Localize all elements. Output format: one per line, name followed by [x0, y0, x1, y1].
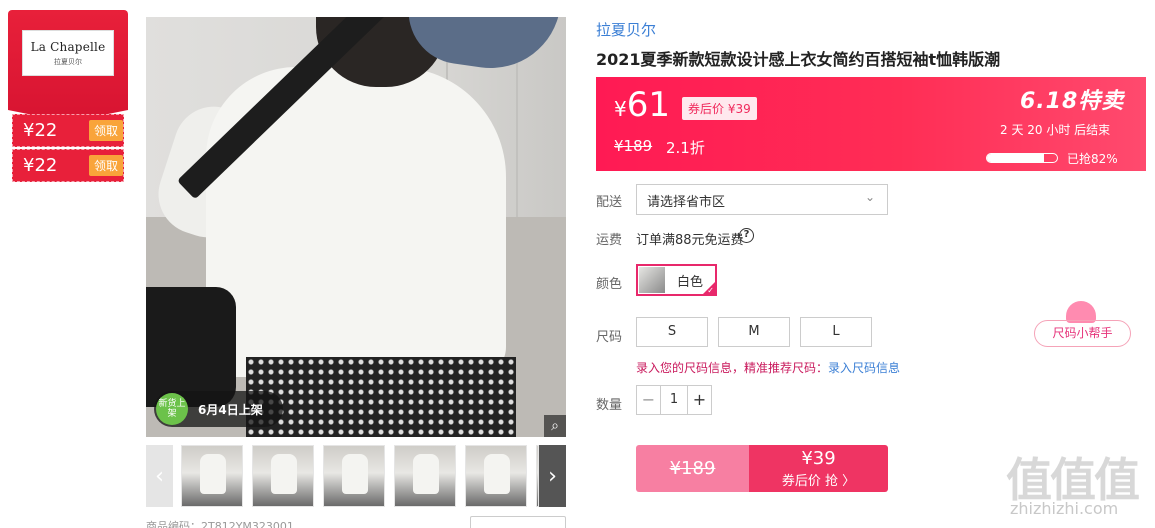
quantity-plus-button[interactable]: + [687, 386, 711, 414]
size-input-link[interactable]: 录入尺码信息 [828, 361, 900, 375]
skirt [246, 357, 516, 437]
shop-coupon[interactable]: ¥22 领取 [12, 114, 124, 147]
original-price: ¥189 [614, 137, 653, 155]
brand-link[interactable]: 拉夏贝尔 [596, 19, 656, 40]
check-icon: ✓ [707, 286, 714, 295]
color-label: 颜色 [596, 277, 623, 292]
current-price-value: 61 [626, 85, 670, 125]
thumbnail-figure [342, 454, 368, 494]
size-option-m[interactable]: M [718, 317, 790, 347]
quantity-stepper: − 1 + [636, 385, 712, 415]
region-label: 配送 [596, 195, 623, 210]
buy-coupon-price: ¥39 [801, 448, 836, 469]
new-arrival-tag: 新货上架 6月4日上架 [154, 391, 283, 427]
thumbnail[interactable] [181, 445, 243, 507]
buy-coupon-action: 券后价 抢 〉 [781, 474, 856, 489]
price-panel: ¥61 券后价 ¥39 ¥189 2.1折 6.18特卖 2 天 20 小时 后… [596, 77, 1146, 171]
size-option-s[interactable]: S [636, 317, 708, 347]
shop-coupon[interactable]: ¥22 领取 [12, 149, 124, 182]
color-option-white[interactable]: 白色 ✓ [636, 264, 717, 296]
discount-rate: 2.1折 [666, 139, 705, 157]
thumbnail-figure [413, 454, 439, 494]
shop-header: La Chapelle 拉夏贝尔 [8, 10, 128, 122]
coupon-get-button[interactable]: 领取 [88, 155, 123, 176]
region-value: 请选择省市区 [647, 195, 726, 210]
shop-badge: La Chapelle 拉夏贝尔 ¥22 领取 ¥22 领取 [8, 10, 128, 184]
shipping-text: 订单满88元免运费 [636, 233, 744, 248]
currency-symbol: ¥ [614, 97, 627, 121]
sold-progress-fill [987, 154, 1045, 162]
watermark-sub: zhizhizhi.com [1010, 499, 1119, 518]
shop-logo-sub: 拉夏贝尔 [54, 58, 82, 66]
buy-original-price[interactable]: ¥189 [636, 445, 749, 492]
thumbnail[interactable] [465, 445, 527, 507]
thumbnail[interactable] [394, 445, 456, 507]
quantity-input[interactable]: 1 [661, 386, 687, 414]
bag [146, 287, 236, 407]
color-name: 白色 [677, 274, 704, 290]
color-thumbnail [639, 267, 665, 293]
sold-progress-text: 已抢82% [1067, 152, 1118, 166]
chevron-down-icon: ⌄ [864, 190, 875, 204]
quantity-minus-button[interactable]: − [637, 386, 661, 414]
thumbnail[interactable] [252, 445, 314, 507]
new-arrival-date: 6月4日上架 [198, 402, 263, 417]
region-select[interactable]: 请选择省市区 ⌄ [636, 184, 888, 215]
size-label: 尺码 [596, 330, 623, 345]
shop-logo[interactable]: La Chapelle 拉夏贝尔 [22, 30, 114, 76]
thumb-prev-button[interactable]: ‹ [146, 445, 173, 507]
size-option-l[interactable]: L [800, 317, 872, 347]
thumbnail-figure [200, 454, 226, 494]
buy-coupon-button[interactable]: ¥39 券后价 抢 〉 [749, 445, 888, 492]
current-price: ¥61 [614, 85, 670, 125]
thumbnail-figure [484, 454, 510, 494]
main-product-image[interactable]: 新货上架 6月4日上架 ⌕ [146, 17, 566, 437]
coupon-price-tag: 券后价 ¥39 [682, 97, 757, 120]
new-arrival-badge: 新货上架 [156, 393, 188, 425]
search-icon[interactable]: ⌕ [544, 415, 566, 437]
product-code: 商品编码：2T812YM323001 [146, 520, 294, 528]
size-tip: 录入您的尺码信息，精准推荐尺码：录入尺码信息 [636, 359, 900, 376]
coupon-amount: ¥22 [23, 120, 58, 141]
sold-progress-bar [986, 153, 1058, 163]
share-button[interactable] [470, 516, 566, 528]
size-helper-button[interactable]: 尺码小帮手 [1034, 320, 1131, 347]
size-tip-text: 录入您的尺码信息，精准推荐尺码： [636, 361, 829, 375]
thumbnail-figure [271, 454, 297, 494]
buy-bar: ¥189 ¥39 券后价 抢 〉 [636, 445, 888, 492]
thumb-next-button[interactable]: › [539, 445, 566, 507]
quantity-label: 数量 [596, 398, 623, 413]
coupon-get-button[interactable]: 领取 [88, 120, 123, 141]
thumbnail[interactable] [323, 445, 385, 507]
product-title: 2021夏季新款短款设计感上衣女简约百搭短袖t恤韩版潮 [596, 50, 1001, 69]
shop-logo-name: La Chapelle [30, 40, 106, 54]
promo-logo: 6.18特卖 [1020, 89, 1125, 114]
coupon-amount: ¥22 [23, 155, 58, 176]
shipping-label: 运费 [596, 233, 623, 248]
question-icon[interactable]: ? [739, 228, 754, 243]
promo-countdown: 2 天 20 小时 后结束 [1000, 123, 1111, 137]
